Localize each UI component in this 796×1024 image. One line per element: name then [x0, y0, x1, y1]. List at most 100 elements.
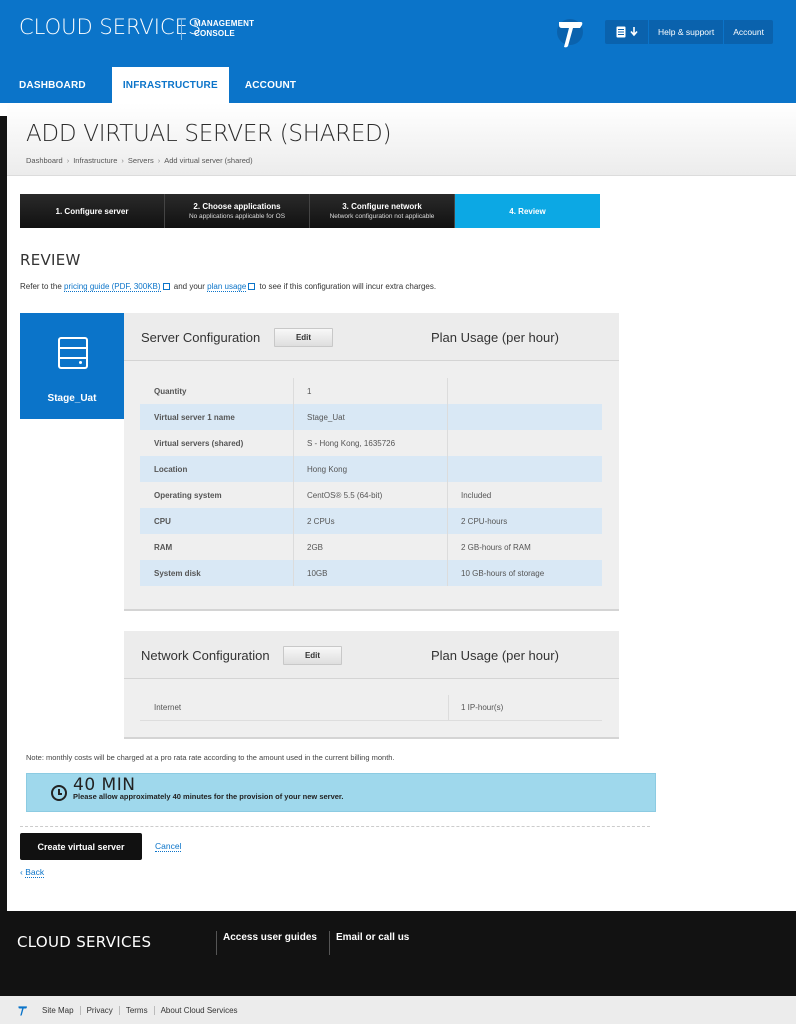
footer-brand: CLOUD SERVICES [17, 933, 152, 951]
server-card[interactable]: Stage_Uat [20, 313, 124, 419]
row-value: 1 [294, 378, 448, 404]
access-user-guides-link[interactable]: Access user guides [223, 932, 317, 943]
row-usage: 10 GB-hours of storage [461, 568, 545, 578]
breadcrumb-separator: › [121, 156, 124, 165]
telstra-logo-icon[interactable] [555, 16, 585, 48]
wizard-steps: 1. Configure server 2. Choose applicatio… [20, 194, 600, 228]
site-map-link[interactable]: Site Map [36, 1005, 81, 1015]
table-row: Internet 1 IP-hour(s) [140, 695, 602, 721]
provision-message: Please allow approximately 40 minutes fo… [73, 792, 344, 801]
utility-bar: Help & support Account [605, 20, 773, 44]
main-nav: DASHBOARD INFRASTRUCTURE ACCOUNT [0, 67, 308, 103]
help-support-link[interactable]: Help & support [649, 20, 725, 44]
privacy-link[interactable]: Privacy [81, 1005, 120, 1015]
network-configuration-panel: Network Configuration Edit Plan Usage (p… [124, 631, 619, 739]
plan-usage-link[interactable]: plan usage [207, 282, 247, 292]
intro-text: Refer to the [20, 282, 62, 291]
row-label: Virtual server 1 name [140, 404, 294, 430]
row-usage: Included [461, 490, 492, 500]
network-config-title: Network Configuration [141, 648, 270, 663]
plan-usage-title: Plan Usage (per hour) [431, 648, 559, 663]
document-icon [616, 26, 625, 38]
nav-infrastructure[interactable]: INFRASTRUCTURE [111, 67, 229, 103]
table-row: RAM 2GB 2 GB-hours of RAM [140, 534, 602, 560]
account-link[interactable]: Account [724, 20, 773, 44]
intro-text: to see if this configuration will incur … [259, 282, 437, 291]
row-value: Hong Kong [294, 456, 448, 482]
server-config-title: Server Configuration [141, 330, 261, 345]
breadcrumb-infrastructure[interactable]: Infrastructure [73, 156, 117, 165]
footer-divider [216, 931, 217, 955]
row-label: Internet [154, 703, 182, 712]
brand-title[interactable]: CLOUD SERVICES [19, 15, 201, 39]
breadcrumb-current: Add virtual server (shared) [164, 156, 253, 165]
row-usage [448, 404, 602, 430]
edit-network-config-button[interactable]: Edit [283, 646, 342, 665]
step-subtitle: No applications applicable for OS [188, 213, 286, 220]
edit-server-config-button[interactable]: Edit [274, 328, 333, 347]
external-link-icon [248, 283, 256, 290]
nav-dashboard[interactable]: DASHBOARD [0, 67, 98, 103]
footer: CLOUD SERVICES Access user guides Email … [0, 911, 796, 996]
row-usage [448, 456, 602, 482]
panel-header: Network Configuration Edit Plan Usage (p… [124, 631, 619, 679]
provision-time-info: 40 MIN Please allow approximately 40 min… [26, 773, 656, 812]
pricing-guide-link[interactable]: pricing guide (PDF, 300KB) [64, 282, 161, 292]
clock-icon [51, 785, 67, 801]
breadcrumb-separator: › [66, 156, 70, 165]
review-heading: REVIEW [20, 251, 81, 269]
telstra-logo-icon[interactable] [17, 1004, 28, 1016]
step-configure-server[interactable]: 1. Configure server [20, 194, 165, 228]
top-header: CLOUD SERVICES MANAGEMENT CONSOLE Help &… [0, 0, 796, 103]
plan-usage-title: Plan Usage (per hour) [431, 330, 559, 345]
step-choose-applications[interactable]: 2. Choose applications No applications a… [165, 194, 310, 228]
footer-divider [329, 931, 330, 955]
row-label: Location [140, 456, 294, 482]
row-usage [448, 378, 602, 404]
table-row: Location Hong Kong [140, 456, 602, 482]
divider [20, 826, 650, 827]
chevron-left-icon: ‹ [20, 867, 23, 877]
breadcrumb-dashboard[interactable]: Dashboard [26, 156, 63, 165]
step-title: 4. Review [509, 206, 546, 216]
row-label: CPU [140, 508, 294, 534]
row-value: 2GB [294, 534, 448, 560]
terms-link[interactable]: Terms [120, 1005, 155, 1015]
row-label: System disk [140, 560, 294, 586]
breadcrumb: Dashboard › Infrastructure › Servers › A… [26, 156, 253, 165]
server-configuration-panel: Server Configuration Edit Plan Usage (pe… [124, 313, 619, 611]
table-row: System disk 10GB 10 GB-hours of storage [140, 560, 602, 586]
back-label: Back [25, 867, 45, 878]
arrow-down-icon [629, 27, 638, 37]
brand-subtitle-line2: CONSOLE [194, 29, 235, 38]
table-row: Virtual server 1 name Stage_Uat [140, 404, 602, 430]
table-row: CPU 2 CPUs 2 CPU-hours [140, 508, 602, 534]
about-link[interactable]: About Cloud Services [155, 1006, 244, 1015]
back-link[interactable]: ‹ Back [20, 867, 45, 878]
create-virtual-server-button[interactable]: Create virtual server [20, 833, 142, 860]
cancel-link[interactable]: Cancel [155, 841, 182, 852]
row-value: S - Hong Kong, 1635726 [294, 430, 448, 456]
row-label: Quantity [140, 378, 294, 404]
panel-header: Server Configuration Edit Plan Usage (pe… [124, 313, 619, 361]
network-config-table: Internet 1 IP-hour(s) [140, 695, 602, 721]
row-label: Operating system [140, 482, 294, 508]
table-row: Operating system CentOS® 5.5 (64-bit) Incl… [140, 482, 602, 508]
billing-note: Note: monthly costs will be charged at a… [26, 753, 395, 762]
breadcrumb-separator: › [157, 156, 161, 165]
step-configure-network[interactable]: 3. Configure network Network configurati… [310, 194, 455, 228]
external-link-icon [162, 283, 170, 290]
row-value: 10GB [294, 560, 448, 586]
server-card-name: Stage_Uat [47, 393, 97, 404]
document-download-button[interactable] [605, 20, 649, 44]
nav-account[interactable]: ACCOUNT [229, 67, 308, 103]
step-subtitle: Network configuration not applicable [329, 213, 435, 220]
email-or-call-link[interactable]: Email or call us [336, 932, 409, 943]
server-config-table: Quantity 1 Virtual server 1 name Stage_Uat… [140, 378, 602, 586]
server-icon [58, 337, 88, 369]
row-value: 2 CPUs [294, 508, 448, 534]
step-title: 1. Configure server [55, 206, 129, 216]
row-value: Stage_Uat [294, 404, 448, 430]
breadcrumb-servers[interactable]: Servers [128, 156, 154, 165]
row-usage: 2 CPU-hours [461, 516, 508, 526]
